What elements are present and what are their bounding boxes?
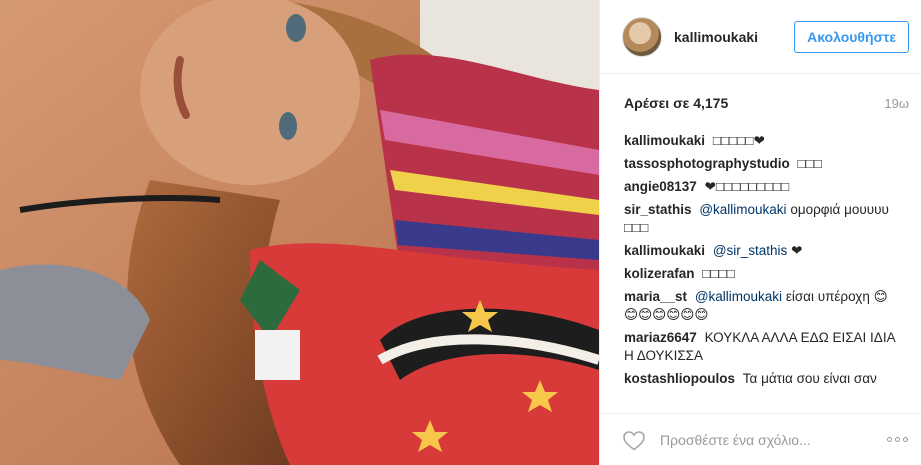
comment-author[interactable]: kallimoukaki xyxy=(624,133,705,148)
comments-list: kallimoukaki □□□□□❤ tassosphotographystu… xyxy=(600,132,921,388)
comment-author[interactable]: angie08137 xyxy=(624,179,697,194)
comment-text: □□□□ xyxy=(702,266,735,281)
comment: angie08137 ❤□□□□□□□□□ xyxy=(624,178,901,196)
comment: mariaz6647 ΚΟΥΚΛΑ ΑΛΛΑ ΕΔΩ ΕΙΣΑΙ ΙΔΙΑ Η … xyxy=(624,329,901,365)
comment-author[interactable]: mariaz6647 xyxy=(624,330,697,345)
comment-input[interactable]: Προσθέστε ένα σχόλιο... xyxy=(660,432,887,448)
comment-author[interactable]: maria__st xyxy=(624,289,687,304)
comment: maria__st @kallimoukaki είσαι υπέροχη 😊😊… xyxy=(624,288,901,324)
comment: sir_stathis @kallimoukaki ομορφιά μουυυυ… xyxy=(624,201,901,237)
comment-text: Τα μάτια σου είναι σαν xyxy=(742,371,877,386)
post-photo[interactable] xyxy=(0,0,599,465)
comment-text: □□□□□❤ xyxy=(712,133,765,148)
avatar[interactable] xyxy=(622,16,662,57)
comment: kolizerafan □□□□ xyxy=(624,265,901,283)
comment-author[interactable]: sir_stathis xyxy=(624,202,692,217)
username-link[interactable]: kallimoukaki xyxy=(674,29,794,45)
comment-mention[interactable]: @sir_stathis xyxy=(713,243,787,258)
comment: kostashliopoulos Τα μάτια σου είναι σαν xyxy=(624,370,901,388)
comment-author[interactable]: kallimoukaki xyxy=(624,243,705,258)
photo-illustration xyxy=(0,0,599,465)
likes-count[interactable]: Αρέσει σε 4,175 xyxy=(624,95,728,111)
comment-author[interactable]: tassosphotographystudio xyxy=(624,156,790,171)
comment-mention[interactable]: @kallimoukaki xyxy=(699,202,786,217)
dot-icon xyxy=(903,437,908,442)
post-header: kallimoukaki Ακολουθήστε xyxy=(600,0,921,74)
likes-row: Αρέσει σε 4,175 19ω xyxy=(600,74,921,132)
comment-author[interactable]: kolizerafan xyxy=(624,266,695,281)
comment-mention[interactable]: @kallimoukaki xyxy=(695,289,782,304)
post-details-panel: kallimoukaki Ακολουθήστε Αρέσει σε 4,175… xyxy=(599,0,921,465)
comment: kallimoukaki □□□□□❤ xyxy=(624,132,901,150)
comment-author[interactable]: kostashliopoulos xyxy=(624,371,735,386)
comment: kallimoukaki @sir_stathis ❤ xyxy=(624,242,901,260)
comment: tassosphotographystudio □□□ xyxy=(624,155,901,173)
comment-text: ❤□□□□□□□□□ xyxy=(704,179,790,194)
add-comment-bar: Προσθέστε ένα σχόλιο... xyxy=(600,413,921,465)
heart-outline-icon[interactable] xyxy=(622,429,646,451)
follow-button[interactable]: Ακολουθήστε xyxy=(794,20,909,53)
post-time[interactable]: 19ω xyxy=(884,96,909,111)
comment-text: □□□ xyxy=(797,156,822,171)
more-options-icon[interactable] xyxy=(887,437,908,442)
dot-icon xyxy=(887,437,892,442)
dot-icon xyxy=(895,437,900,442)
comment-text: ❤ xyxy=(791,243,803,258)
